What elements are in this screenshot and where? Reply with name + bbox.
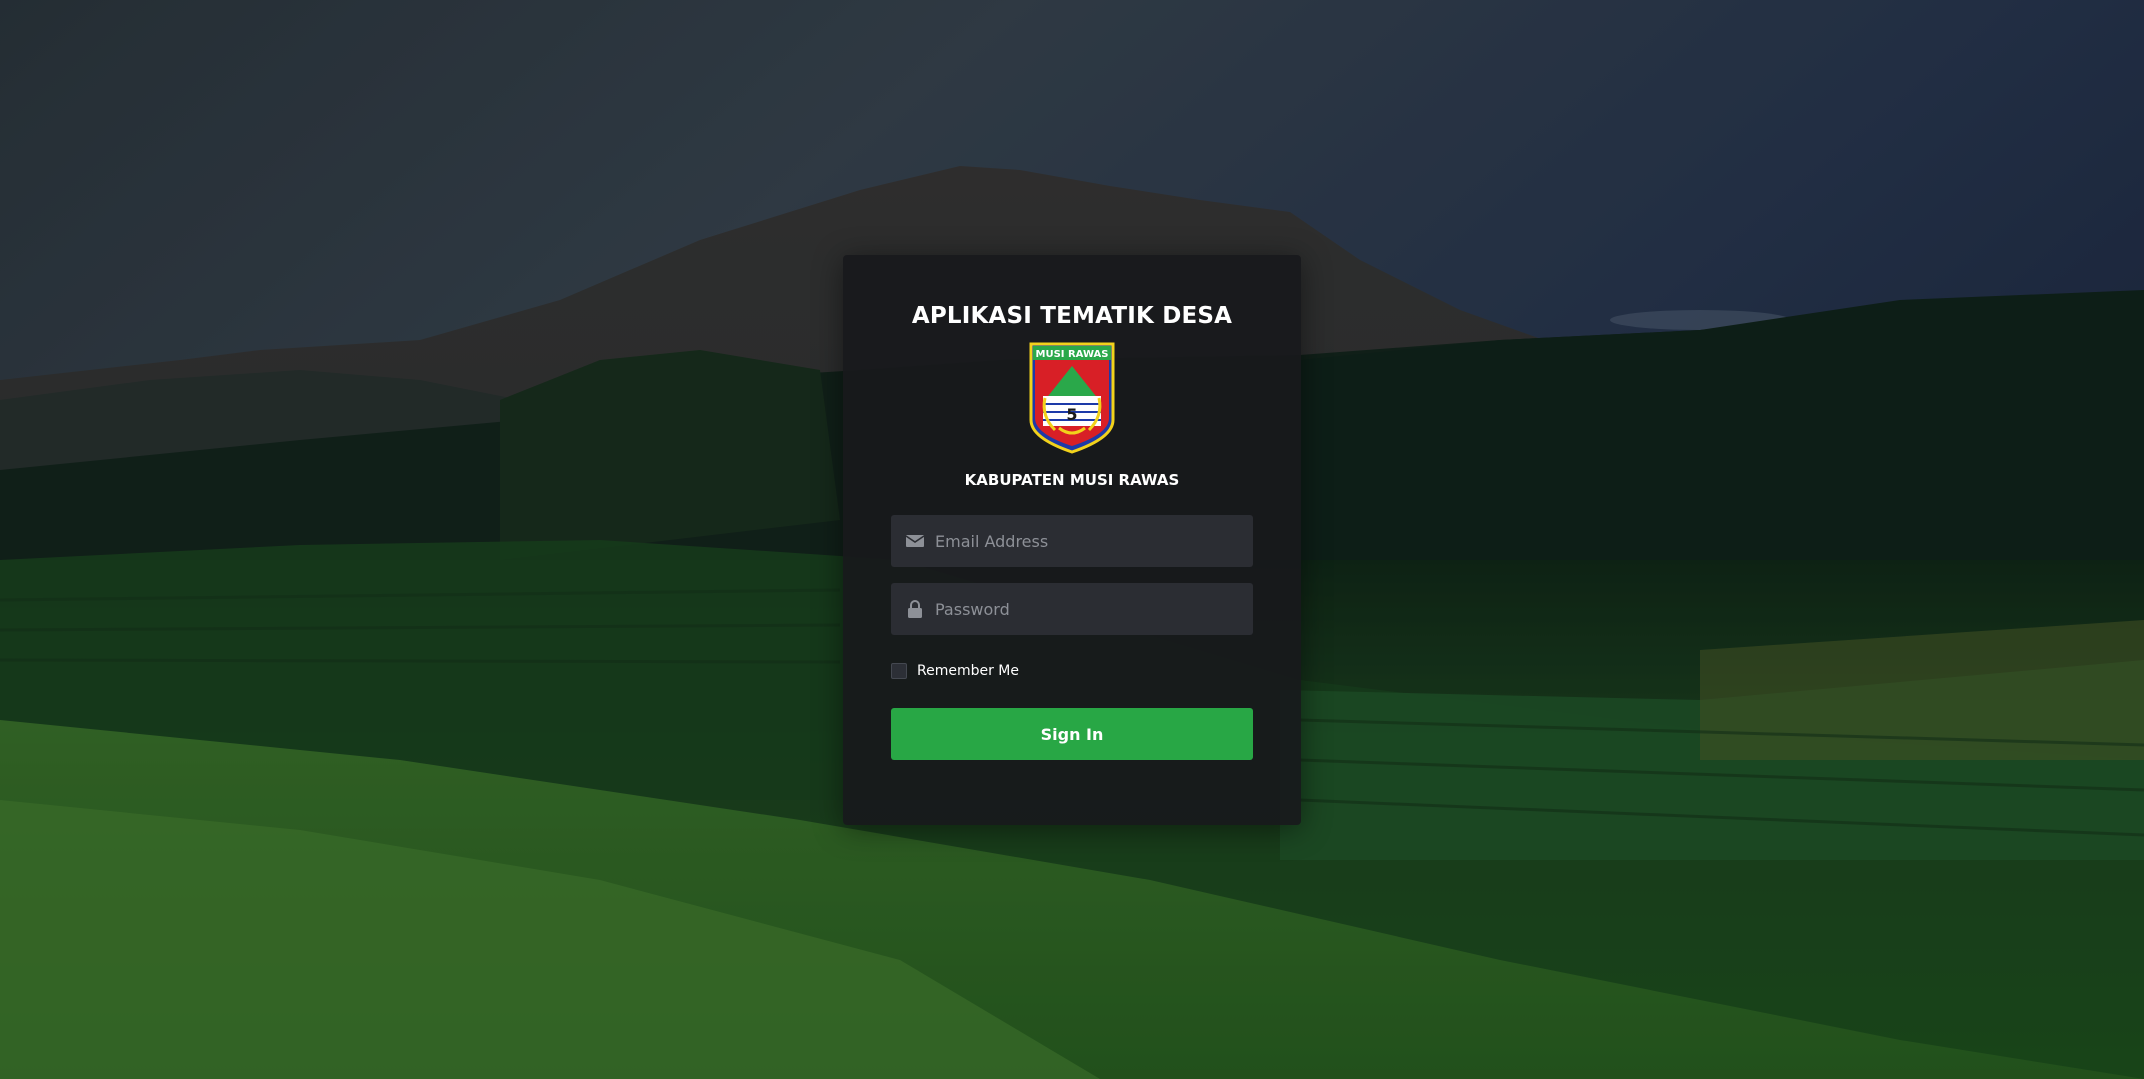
lock-icon	[908, 600, 922, 618]
region-subtitle: KABUPATEN MUSI RAWAS	[964, 471, 1180, 489]
password-input[interactable]	[935, 583, 1245, 635]
musi-rawas-emblem-icon: MUSI RAWAS 5	[1029, 342, 1115, 454]
remember-me-label[interactable]: Remember Me	[917, 663, 1019, 679]
sign-in-button[interactable]: Sign In	[891, 708, 1253, 760]
envelope-icon	[905, 535, 925, 547]
svg-text:5: 5	[1066, 405, 1077, 424]
app-title: APLIKASI TEMATIK DESA	[911, 303, 1233, 329]
email-field-wrapper	[891, 515, 1253, 567]
password-field-wrapper	[891, 583, 1253, 635]
login-card: APLIKASI TEMATIK DESA MUSI RAWAS 5 KABUP…	[843, 255, 1301, 825]
email-input[interactable]	[935, 515, 1245, 567]
svg-text:MUSI RAWAS: MUSI RAWAS	[1036, 349, 1109, 360]
remember-me-row: Remember Me	[891, 661, 1019, 681]
remember-me-checkbox[interactable]	[891, 663, 907, 679]
